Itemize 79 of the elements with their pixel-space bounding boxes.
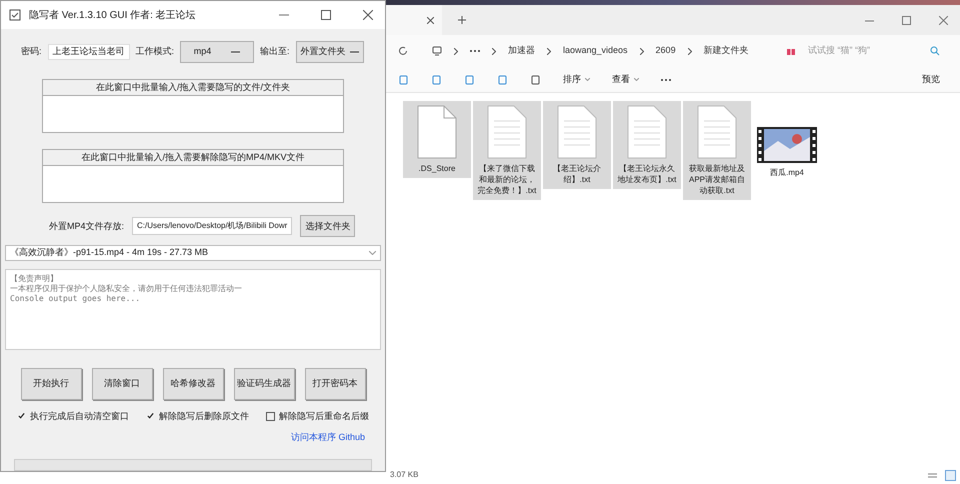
action-button[interactable]: 清除窗口 (92, 368, 152, 400)
chevron-icon (547, 48, 551, 54)
mode-label: 工作模式: (136, 45, 174, 58)
dash-icon (350, 50, 359, 54)
preview-button[interactable]: 预览 (922, 72, 940, 86)
file-item[interactable]: 西瓜.mp4 (753, 101, 821, 182)
file-name: 【来了微信下载和最新的论坛，完全免费！】.txt (476, 163, 538, 196)
search-icon[interactable] (930, 46, 940, 56)
maximize-icon[interactable] (902, 16, 911, 24)
option-label: 执行完成后自动清空窗口 (30, 410, 129, 423)
app-icon (9, 9, 21, 21)
file-name: .DS_Store (418, 163, 456, 174)
tiles-view-icon[interactable] (945, 470, 956, 480)
file-item[interactable]: 【来了微信下载和最新的论坛，完全免费！】.txt (473, 101, 541, 200)
chevron-down-icon (369, 251, 376, 256)
window-title: 隐写者 Ver.1.3.10 GUI 作者: 老王论坛 (29, 8, 197, 22)
text-file-icon (487, 105, 527, 159)
action-button[interactable]: 验证码生成器 (234, 368, 294, 400)
chevron-down-icon (585, 78, 590, 81)
output-label: 输出至: (260, 45, 290, 58)
breadcrumb-item[interactable]: 加速器 (508, 44, 535, 58)
output-dropdown[interactable]: 外置文件夹 (296, 41, 364, 63)
folder-label: 外置MP4文件存放: (49, 220, 124, 233)
status-text: 3.07 KB (390, 469, 418, 481)
file-name: 【老王论坛永久地址发布页】.txt (616, 163, 678, 185)
file-item[interactable]: 获取最新地址及APP请发邮箱自动获取.txt (683, 101, 751, 200)
toolbar-button[interactable]: 排序 (563, 72, 590, 86)
mode-dropdown[interactable]: mp4 (180, 41, 254, 63)
action-button[interactable]: 哈希修改器 (162, 368, 224, 400)
dash-icon (231, 50, 240, 54)
panel-header: 在此窗口中批量输入/拖入需要解除隐写的MP4/MKV文件 (81, 150, 304, 164)
checkbox[interactable] (266, 412, 275, 421)
console-line: Console output goes here... (10, 294, 142, 304)
option-label: 解除隐写后删除原文件 (159, 410, 249, 423)
file-item[interactable]: .DS_Store (403, 101, 471, 178)
new-tab-icon[interactable] (458, 16, 466, 24)
hide-drop-area[interactable]: 在此窗口中批量输入/拖入需要隐写的文件/文件夹 (42, 79, 344, 134)
checkbox[interactable] (17, 412, 26, 421)
chevron-down-icon (634, 78, 639, 81)
action-button[interactable]: 打开密码本 (304, 368, 366, 400)
video-dropdown[interactable]: 《高效沉静者》-p91-15.mp4 - 4m 19s - 27.73 MB (5, 245, 381, 261)
close-icon[interactable] (363, 10, 373, 20)
toolbar-button[interactable]: 查看 (612, 72, 639, 86)
search-field[interactable]: 试试搜 “猫” “狗” (808, 44, 918, 58)
maximize-icon[interactable] (321, 10, 331, 20)
video-file-icon (757, 127, 817, 163)
file-item[interactable]: 【老王论坛介绍】.txt (543, 101, 611, 189)
file-name: 【老王论坛介绍】.txt (552, 163, 602, 185)
close-icon[interactable] (939, 16, 948, 24)
checkbox[interactable] (146, 412, 155, 421)
reveal-drop-area[interactable]: 在此窗口中批量输入/拖入需要解除隐写的MP4/MKV文件 (42, 149, 344, 204)
folder-field[interactable]: C:/Users/lenovo/Desktop/机场/Bilibili Dowr (132, 217, 292, 236)
chevron-icon (640, 48, 644, 54)
option-label: 解除隐写后重命名后缀 (279, 410, 369, 423)
details-view-icon[interactable] (928, 470, 937, 480)
chevron-icon (492, 48, 496, 54)
breadcrumb-item[interactable]: 新建文件夹 (704, 44, 749, 58)
breadcrumb-item[interactable]: laowang_videos (563, 44, 628, 58)
text-file-icon (697, 105, 737, 159)
choose-folder-button[interactable]: 选择文件夹 (300, 215, 356, 238)
panel-header: 在此窗口中批量输入/拖入需要隐写的文件/文件夹 (96, 80, 290, 94)
password-label: 密码: (21, 45, 42, 58)
password-field[interactable]: 上老王论坛当老司 (48, 44, 130, 60)
file-item[interactable]: 【老王论坛永久地址发布页】.txt (613, 101, 681, 189)
refresh-icon[interactable] (398, 46, 408, 56)
chevron-icon (454, 48, 458, 54)
close-tab-icon[interactable] (427, 16, 434, 24)
github-link[interactable]: 访问本程序 Github (290, 431, 365, 445)
breadcrumb-item[interactable]: 2609 (656, 44, 676, 58)
console-line: 【免责声明】 (10, 274, 59, 284)
console-line: 一本程序仅用于保护个人隐私安全，请勿用于任何违法犯罪活动一 (10, 284, 243, 294)
file-name: 获取最新地址及APP请发邮箱自动获取.txt (688, 163, 746, 196)
text-file-icon (557, 105, 597, 159)
monitor-icon[interactable] (432, 46, 442, 56)
text-file-icon (627, 105, 667, 159)
file-icon (417, 105, 457, 159)
file-name: 西瓜.mp4 (769, 167, 805, 178)
chevron-icon (688, 48, 692, 54)
action-button[interactable]: 开始执行 (20, 368, 82, 400)
